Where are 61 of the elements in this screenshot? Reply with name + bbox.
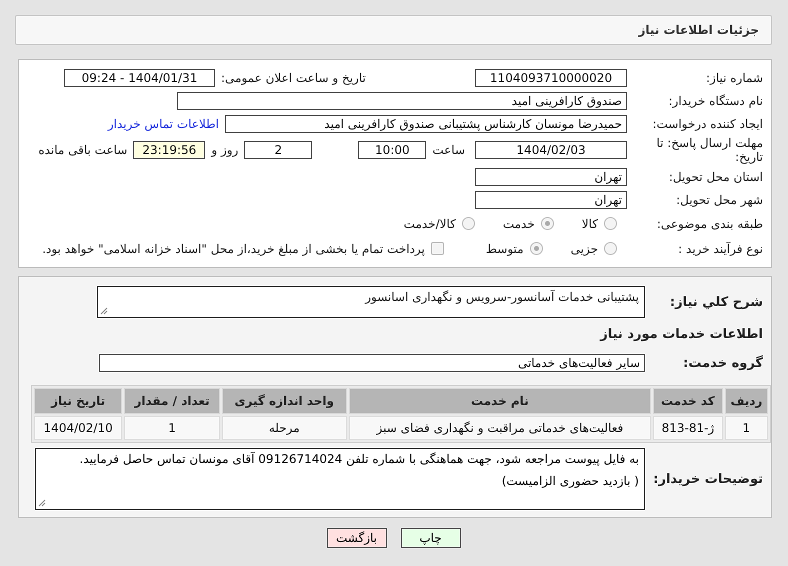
radio-label: کالا: [582, 216, 598, 230]
checkbox[interactable]: [430, 242, 444, 255]
column-header: ردیف: [724, 388, 768, 414]
radio-label: جزیی: [570, 242, 598, 256]
column-header: واحد اندازه گیری: [222, 388, 347, 414]
field-label: ایجاد کننده درخواست:: [651, 116, 764, 130]
print-button[interactable]: چاپ: [400, 528, 460, 548]
page-title: جزئیات اطلاعات نیاز: [638, 23, 759, 37]
column-header: تعداد / مقدار: [124, 388, 220, 414]
column-header: نام خدمت: [348, 388, 652, 414]
radio-button[interactable]: [540, 217, 554, 230]
field-label: شهر محل تحویل:: [675, 192, 764, 206]
field-label: نام دستگاه خریدار:: [668, 94, 764, 108]
service-group-field: سایر فعالیت‌های خدماتی: [99, 354, 645, 372]
field-label: ساعت باقی مانده: [38, 143, 128, 157]
field-label: مهلت ارسال پاسخ: تا تاریخ:: [655, 136, 764, 164]
notes-text-area[interactable]: به فایل پیوست مراجعه شود، جهت هماهنگی با شماره تلفن 09126714024 آقای مونسان تماس حاصل فرمایید. ( بازدید حضوری الزامیست): [35, 448, 645, 510]
checkbox-label: پرداخت تمام یا بخشی از مبلغ خرید،از محل "اسناد خزانه اسلامی" خواهد بود.: [42, 242, 425, 256]
province-field: تهران: [475, 168, 627, 186]
column-header: تاریخ نیاز: [34, 388, 122, 414]
creator-field: حمیدرضا مونسان کارشناس پشتیبانی صندوق کارافرینی امید: [225, 114, 627, 132]
field-label: روز و: [211, 143, 238, 157]
resize-grip-icon: [100, 307, 108, 315]
field-label: ساعت: [432, 143, 465, 157]
need-number-field: 1104093710000020: [475, 68, 627, 86]
section-title: اطلاعات خدمات مورد نیاز: [600, 326, 764, 342]
field-label: نوع فرآیند خرید :: [677, 242, 764, 256]
announce-date-field: 1404/01/31 - 09:24: [64, 68, 215, 86]
radio-button[interactable]: [604, 242, 617, 255]
table-cell: 1: [724, 416, 768, 440]
table-cell: ژ-81-813: [653, 416, 723, 440]
city-field: تهران: [475, 190, 627, 208]
notes-line: ( بازدید حضوری الزامیست): [500, 474, 639, 488]
deadline-date-field: 1404/02/03: [475, 141, 627, 159]
deadline-time-field: 10:00: [358, 141, 426, 159]
radio-button[interactable]: [462, 217, 475, 230]
notes-line: به فایل پیوست مراجعه شود، جهت هماهنگی با شماره تلفن 09126714024 آقای مونسان تماس حاصل فرمایید.: [78, 452, 639, 466]
buyer-name-field: صندوق کارافرینی امید: [177, 92, 627, 110]
field-label: گروه خدمت:: [682, 356, 764, 370]
radio-label: متوسط: [486, 242, 524, 256]
field-label: تاریخ و ساعت اعلان عمومی:: [221, 70, 367, 84]
field-label: استان محل تحویل:: [668, 170, 764, 184]
field-label: شماره نیاز:: [705, 70, 764, 84]
table-cell: فعالیت‌های خدماتی مراقبت و نگهداری فضای سبز: [348, 416, 652, 440]
column-header: کد خدمت: [653, 388, 723, 414]
summary-text-area[interactable]: پشتیبانی خدمات آسانسور-سرویس و نگهداری اسانسور: [97, 286, 645, 318]
radio-button[interactable]: [530, 242, 543, 255]
radio-button[interactable]: [604, 217, 617, 230]
resize-grip-icon: [38, 499, 46, 507]
back-button[interactable]: بازگشت: [326, 528, 386, 548]
table-cell: مرحله: [222, 416, 347, 440]
field-label: توضیحات خریدار:: [652, 472, 764, 486]
buyer-contact-link[interactable]: اطلاعات تماس خریدار: [108, 116, 219, 130]
field-label: طبقه بندی موضوعی:: [656, 216, 764, 230]
radio-label: کالا/خدمت: [404, 216, 456, 230]
field-label: شرح کلي نیاز:: [668, 294, 764, 310]
table-cell: 1: [124, 416, 220, 440]
table-cell: 1404/02/10: [34, 416, 122, 440]
days-field: 2: [244, 141, 312, 159]
remaining-time-field: 23:19:56: [133, 141, 206, 159]
radio-label: خدمت: [502, 216, 535, 230]
